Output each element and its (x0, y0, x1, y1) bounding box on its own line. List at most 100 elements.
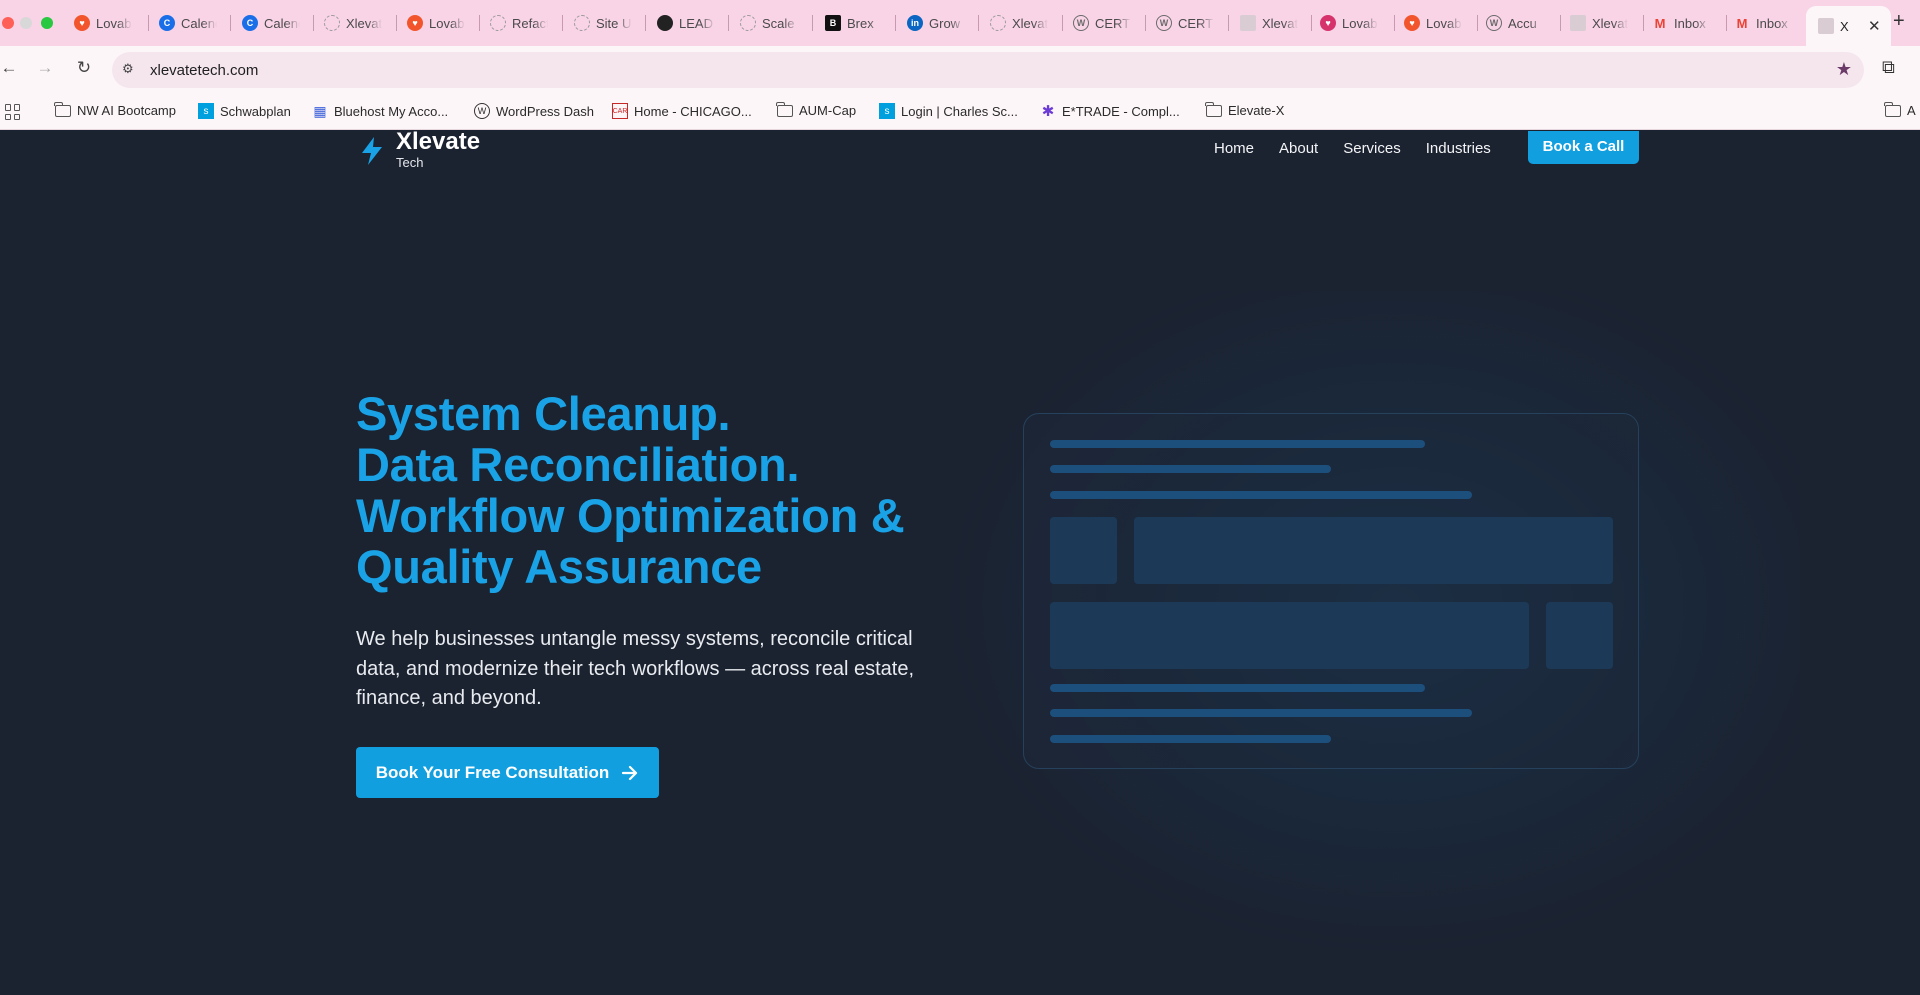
bookmark-item[interactable]: AUM-Cap (776, 101, 856, 118)
nav-about[interactable]: About (1279, 140, 1318, 157)
gmail-icon: M (1736, 15, 1748, 31)
hero-subtext: We help businesses untangle messy system… (356, 628, 915, 709)
browser-tab[interactable]: Xlevate (990, 10, 1048, 36)
lovable-heart-icon: ♥ (1320, 15, 1336, 31)
browser-tab[interactable]: Xlevate (324, 10, 382, 36)
site-logo[interactable]: Xlevate Tech (358, 131, 480, 170)
address-bar[interactable]: ⚙ xlevatetech.com ★ (112, 52, 1864, 88)
nav-home[interactable]: Home (1214, 140, 1254, 157)
site-info-icon[interactable]: ⚙ (122, 61, 134, 77)
mockup-line (1050, 709, 1472, 717)
lovable-heart-icon: ♥ (74, 15, 90, 31)
browser-tab[interactable]: CCalendar (159, 10, 217, 36)
mockup-line (1050, 735, 1331, 743)
close-tab-icon[interactable]: ✕ (1868, 17, 1881, 35)
browser-tab[interactable]: M Inbox (1652, 10, 1710, 36)
page-icon (1570, 15, 1586, 31)
mockup-line (1050, 684, 1425, 692)
car-icon: CAR (612, 103, 628, 119)
etrade-star-icon: ✱ (1041, 103, 1055, 120)
book-consultation-button[interactable]: Book Your Free Consultation (356, 747, 659, 798)
close-window-button[interactable] (2, 17, 14, 29)
bookmark-item[interactable]: NW AI Bootcamp (54, 101, 176, 118)
schwab-icon: s (198, 103, 214, 119)
apps-grid-icon[interactable] (5, 104, 21, 120)
browser-tab[interactable]: ♥Lovable (1320, 10, 1378, 36)
dark-circle-icon (657, 15, 673, 31)
headline-line: Data Reconciliation. (356, 438, 800, 491)
bookmark-item[interactable]: Elevate-X (1205, 101, 1284, 118)
nav-services[interactable]: Services (1343, 140, 1401, 157)
schwab-icon: s (879, 103, 895, 119)
browser-tab[interactable]: LEAD (657, 10, 715, 36)
bookmark-star-icon[interactable]: ★ (1836, 59, 1852, 80)
bookmark-item[interactable]: ✱ E*TRADE - Compl... (1040, 103, 1180, 120)
wordpress-icon: W (1486, 15, 1502, 31)
headline-line: System Cleanup. (356, 387, 731, 440)
book-a-call-button[interactable]: Book a Call (1528, 131, 1639, 164)
mockup-line (1050, 440, 1425, 448)
back-button[interactable]: ← (0, 58, 21, 78)
extensions-icon[interactable]: ⧉ (1882, 57, 1895, 78)
wordpress-icon: W (1073, 15, 1089, 31)
browser-tab[interactable]: CCalendar (242, 10, 300, 36)
browser-tab[interactable]: Refactor (490, 10, 548, 36)
browser-toolbar: ← → ↻ ⚙ xlevatetech.com ★ ⧉ (0, 46, 1920, 94)
browser-tab[interactable]: Site U (574, 10, 632, 36)
browser-tab[interactable]: in Grow (907, 10, 965, 36)
minimize-window-button[interactable] (20, 17, 32, 29)
dashboard-mockup-illustration (1023, 413, 1639, 769)
brand-subtitle: Tech (396, 155, 424, 170)
browser-tab[interactable]: Xlevate (1240, 10, 1298, 36)
mockup-block (1134, 517, 1613, 584)
linkedin-icon: in (907, 15, 923, 31)
folder-icon (54, 101, 71, 117)
wordpress-icon: W (474, 103, 490, 119)
browser-tab[interactable]: ♥Lovable (74, 10, 132, 36)
maximize-window-button[interactable] (41, 17, 53, 29)
browser-tab-active[interactable]: X ✕ (1806, 6, 1891, 46)
reload-button[interactable]: ↻ (72, 58, 96, 78)
globe-icon (990, 15, 1006, 31)
browser-tab[interactable]: B Brex (825, 10, 883, 36)
browser-tab[interactable]: Xlevate (1570, 10, 1628, 36)
bookmark-item[interactable]: s Schwabplan (198, 103, 291, 119)
mockup-block (1050, 517, 1117, 584)
browser-tab[interactable]: ♥Lovable (407, 10, 465, 36)
folder-icon (1205, 101, 1222, 117)
globe-icon (740, 15, 756, 31)
globe-icon (574, 15, 590, 31)
bluehost-grid-icon: ▦ (313, 102, 327, 119)
lovable-heart-icon: ♥ (407, 15, 423, 31)
bookmark-item[interactable]: s Login | Charles Sc... (879, 103, 1018, 119)
forward-button[interactable]: → (33, 58, 57, 78)
browser-tab[interactable]: ♥Lovable (1404, 10, 1462, 36)
gmail-icon: M (1654, 15, 1666, 31)
calendly-icon: C (159, 15, 175, 31)
url-text[interactable]: xlevatetech.com (150, 62, 258, 79)
browser-tab[interactable]: M Inbox (1734, 10, 1792, 36)
bookmark-item[interactable]: A (1884, 101, 1916, 118)
bookmark-item[interactable]: ▦ Bluehost My Acco... (312, 103, 448, 119)
web-page: Xlevate Tech Home About Services Industr… (0, 131, 1920, 995)
page-icon (1240, 15, 1256, 31)
globe-icon (324, 15, 340, 31)
bookmark-item[interactable]: W WordPress Dash (474, 103, 594, 119)
new-tab-button[interactable]: + (1893, 10, 1905, 33)
bookmark-item[interactable]: CAR Home - CHICAGO... (612, 103, 752, 119)
bookmarks-bar: NW AI Bootcamp s Schwabplan ▦ Bluehost My … (0, 94, 1920, 130)
browser-tab[interactable]: W CERT (1156, 10, 1214, 36)
lovable-heart-icon: ♥ (1404, 15, 1420, 31)
browser-tab[interactable]: Scale (740, 10, 798, 36)
hero-headline: System Cleanup. Data Reconciliation. Wor… (356, 388, 976, 592)
browser-tab[interactable]: W Accu (1486, 10, 1544, 36)
wordpress-icon: W (1156, 15, 1172, 31)
calendly-icon: C (242, 15, 258, 31)
nav-industries[interactable]: Industries (1426, 140, 1491, 157)
mockup-block (1050, 602, 1529, 669)
folder-icon (776, 101, 793, 117)
globe-icon (490, 15, 506, 31)
headline-line: Workflow Optimization & (356, 489, 905, 542)
folder-icon (1884, 101, 1901, 117)
browser-tab[interactable]: W CERT (1073, 10, 1131, 36)
